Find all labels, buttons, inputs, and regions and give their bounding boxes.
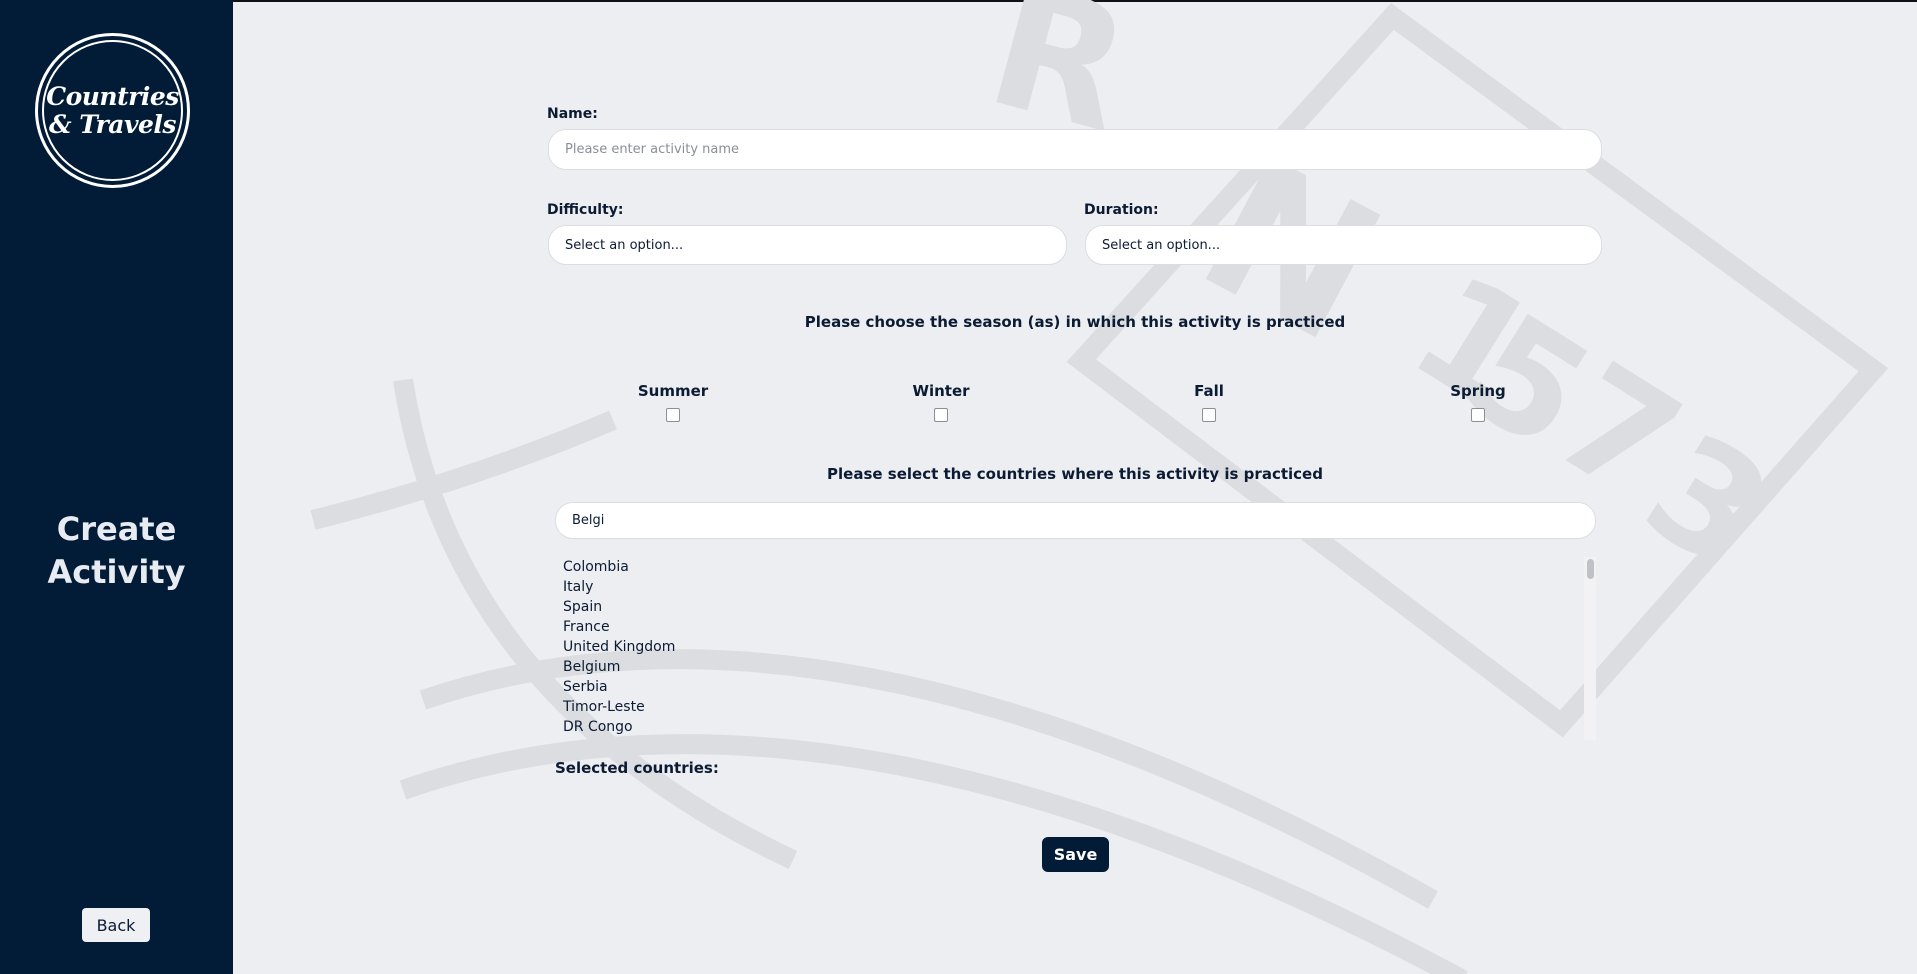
activity-name-input[interactable]: Please enter activity name <box>548 129 1602 170</box>
country-option[interactable]: Italy <box>563 577 1596 597</box>
back-button[interactable]: Back <box>82 908 150 942</box>
difficulty-label: Difficulty: <box>547 202 624 218</box>
season-winter-label: Winter <box>912 382 970 400</box>
brand-logo-ring: Countries & Travels <box>42 40 183 181</box>
duration-label: Duration: <box>1084 202 1159 218</box>
season-spring-label: Spring <box>1450 382 1506 400</box>
brand-logo-line-2: & Travels <box>49 109 176 139</box>
activity-name-placeholder: Please enter activity name <box>565 142 740 157</box>
country-list-scrollbar[interactable] <box>1584 557 1596 740</box>
season-summer: Summer <box>613 382 733 422</box>
season-fall: Fall <box>1149 382 1269 422</box>
season-spring-checkbox[interactable] <box>1471 408 1485 422</box>
season-summer-label: Summer <box>637 382 709 400</box>
country-options-list[interactable]: Colombia Italy Spain France United Kingd… <box>555 557 1596 740</box>
country-option[interactable]: United Kingdom <box>563 637 1596 657</box>
country-search-value: Belgi <box>572 513 605 528</box>
country-option[interactable]: France <box>563 617 1596 637</box>
season-prompt: Please choose the season (as) in which t… <box>804 313 1346 331</box>
country-option[interactable]: Serbia <box>563 677 1596 697</box>
countries-prompt: Please select the countries where this a… <box>827 465 1323 483</box>
country-search-input[interactable]: Belgi <box>555 502 1596 539</box>
country-option[interactable]: Colombia <box>563 557 1596 577</box>
country-option[interactable]: Belgium <box>563 657 1596 677</box>
season-summer-checkbox[interactable] <box>666 408 680 422</box>
country-option[interactable]: Timor-Leste <box>563 697 1596 717</box>
difficulty-select[interactable]: Select an option... <box>548 225 1067 265</box>
name-label: Name: <box>547 106 598 122</box>
brand-logo-text: Countries & Travels <box>46 81 179 139</box>
sidebar: Countries & Travels Create Activity Back <box>0 0 233 974</box>
duration-select[interactable]: Select an option... <box>1085 225 1602 265</box>
country-list-scroll-thumb[interactable] <box>1587 559 1594 579</box>
brand-logo-line-1: Countries <box>46 81 179 111</box>
page-title: Create Activity <box>0 508 233 594</box>
season-fall-checkbox[interactable] <box>1202 408 1216 422</box>
page-title-line-2: Activity <box>47 553 186 591</box>
country-option[interactable]: DR Congo <box>563 717 1596 737</box>
selected-countries-label: Selected countries: <box>555 759 719 777</box>
duration-select-value: Select an option... <box>1102 237 1221 253</box>
season-winter: Winter <box>881 382 1001 422</box>
difficulty-select-value: Select an option... <box>565 237 684 253</box>
season-fall-label: Fall <box>1194 382 1224 400</box>
save-button[interactable]: Save <box>1042 837 1109 872</box>
brand-logo: Countries & Travels <box>35 33 190 188</box>
page-title-line-1: Create <box>56 510 177 548</box>
season-spring: Spring <box>1418 382 1538 422</box>
country-option[interactable]: Spain <box>563 597 1596 617</box>
season-winter-checkbox[interactable] <box>934 408 948 422</box>
